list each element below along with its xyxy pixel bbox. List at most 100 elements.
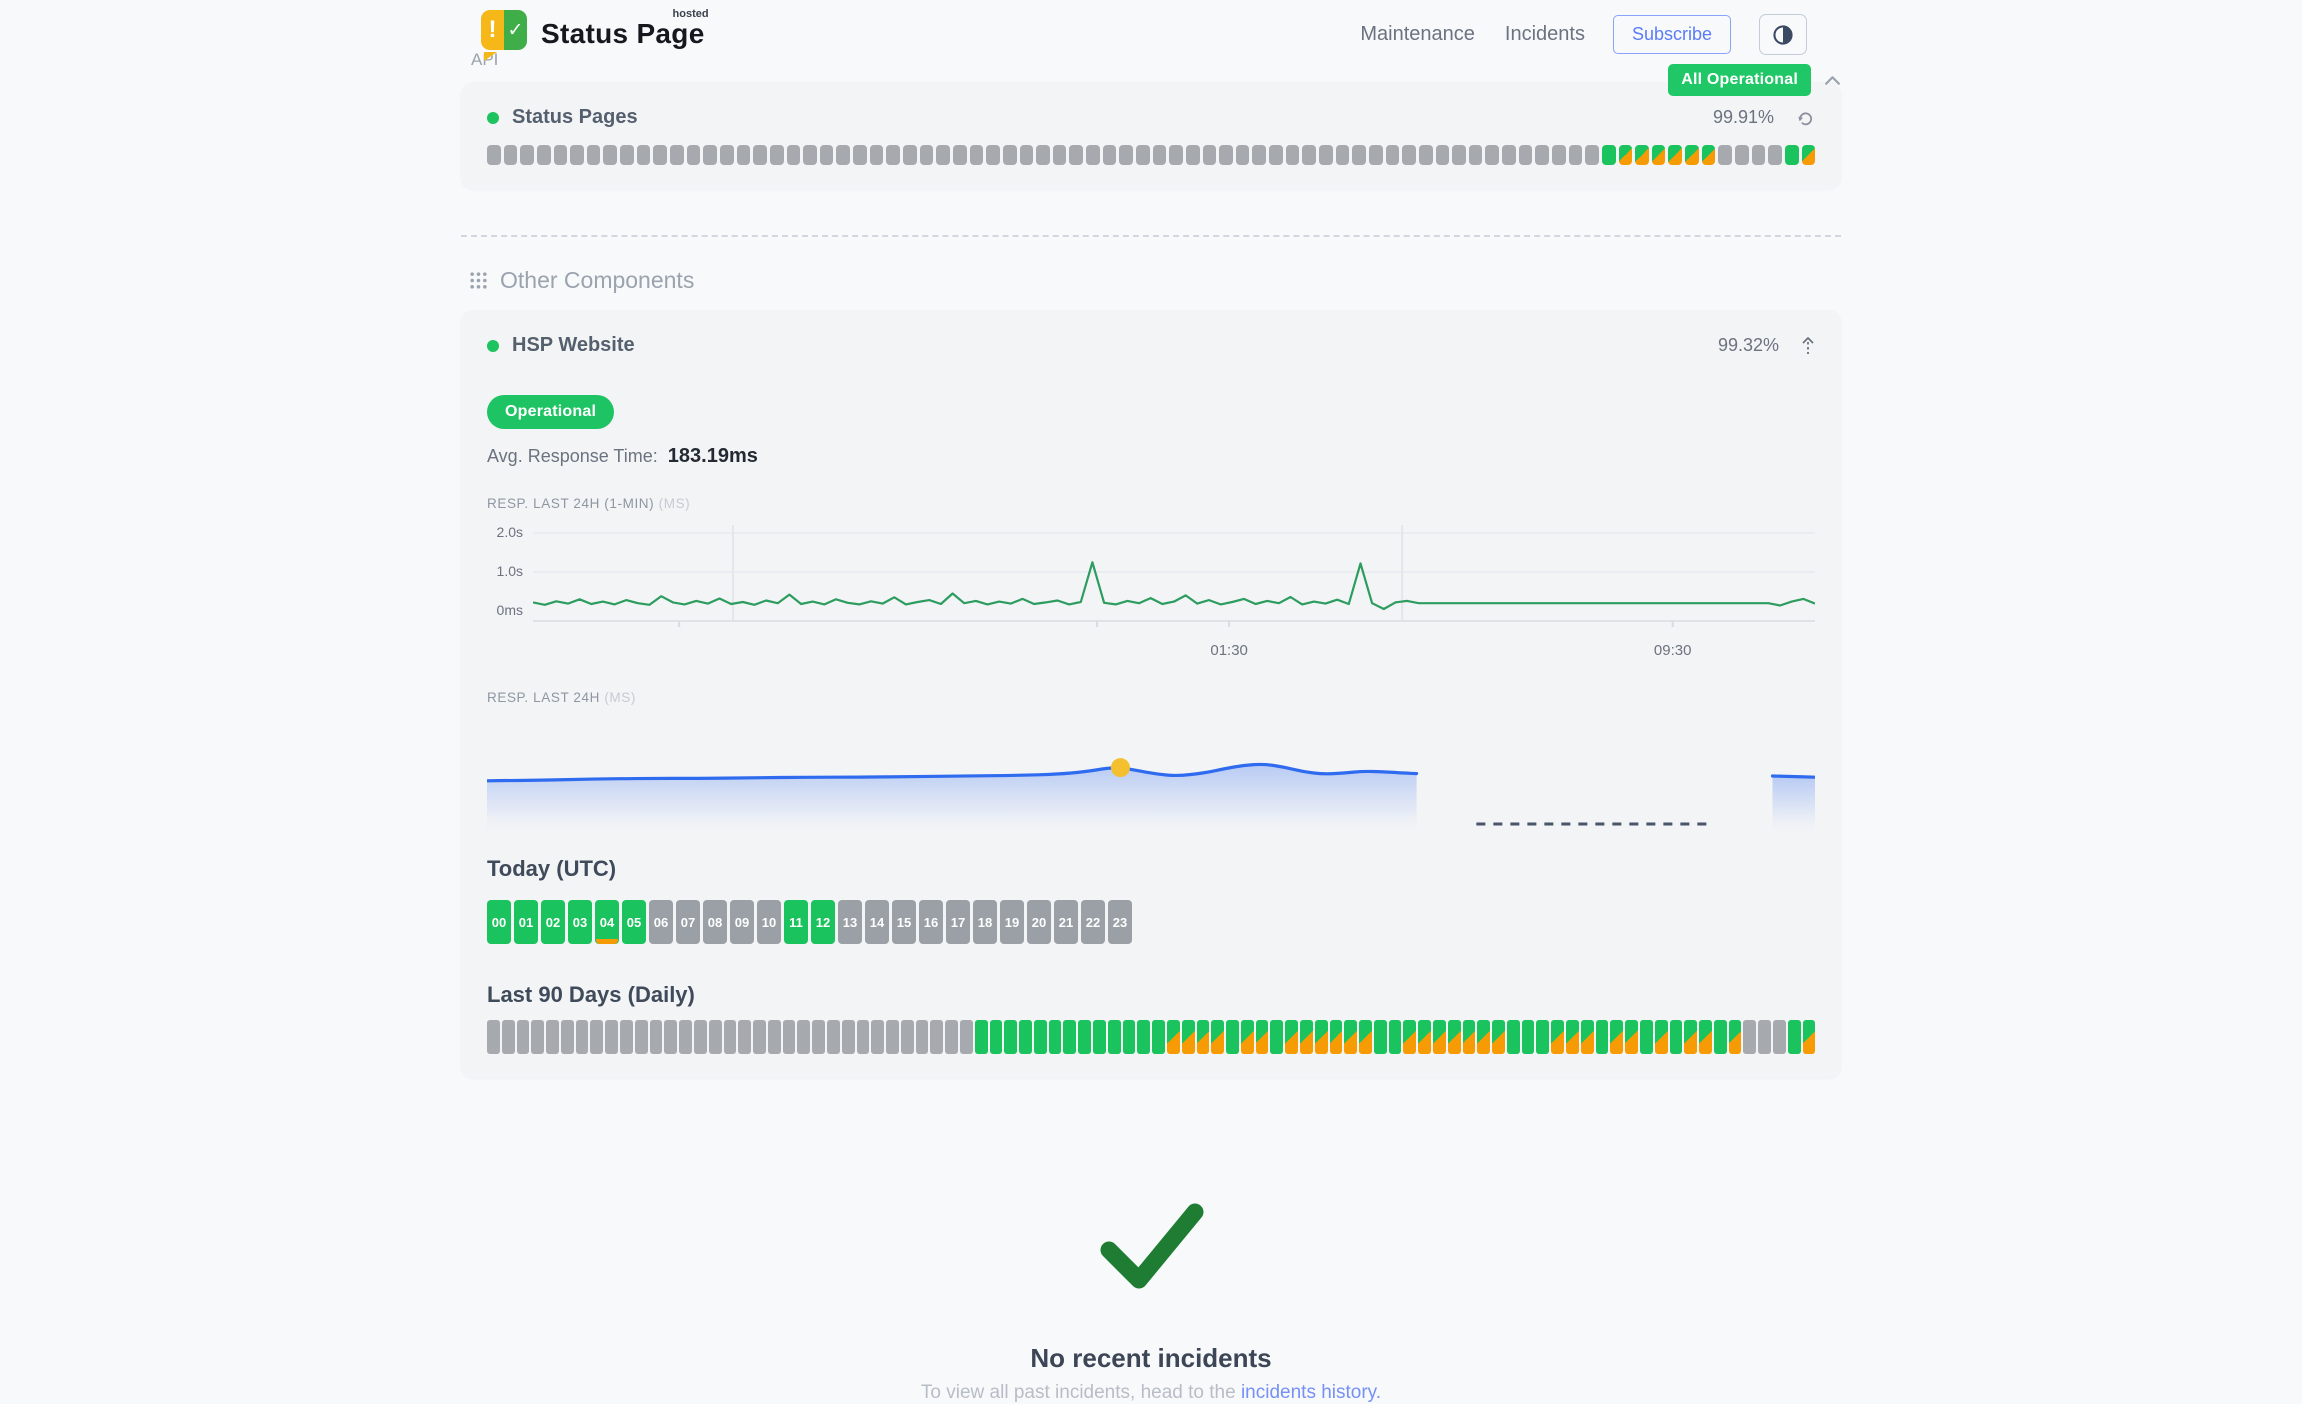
hour-block-22[interactable]: 22 (1081, 900, 1105, 944)
day-block[interactable] (1330, 1020, 1343, 1054)
day-block[interactable] (1389, 1020, 1402, 1054)
day-block[interactable] (650, 1020, 663, 1054)
uptime-bar[interactable] (1236, 145, 1250, 165)
uptime-bar[interactable] (1685, 145, 1699, 165)
uptime-bar[interactable] (1519, 145, 1533, 165)
day-block[interactable] (1226, 1020, 1239, 1054)
day-block[interactable] (1566, 1020, 1579, 1054)
hour-block-12[interactable]: 12 (811, 900, 835, 944)
uptime-bar[interactable] (1003, 145, 1017, 165)
day-block[interactable] (1640, 1020, 1653, 1054)
day-block[interactable] (1729, 1020, 1742, 1054)
hour-block-01[interactable]: 01 (514, 900, 538, 944)
uptime-bar[interactable] (1535, 145, 1549, 165)
uptime-bar[interactable] (1153, 145, 1167, 165)
day-block[interactable] (753, 1020, 766, 1054)
day-block[interactable] (1581, 1020, 1594, 1054)
day-block[interactable] (901, 1020, 914, 1054)
day-block[interactable] (1743, 1020, 1756, 1054)
uptime-bar[interactable] (570, 145, 584, 165)
uptime-bar[interactable] (554, 145, 568, 165)
hour-block-11[interactable]: 11 (784, 900, 808, 944)
hour-block-20[interactable]: 20 (1027, 900, 1051, 944)
uptime-bar[interactable] (504, 145, 518, 165)
day-block[interactable] (1433, 1020, 1446, 1054)
uptime-bar[interactable] (1119, 145, 1133, 165)
day-block[interactable] (1418, 1020, 1431, 1054)
day-block[interactable] (827, 1020, 840, 1054)
day-block[interactable] (738, 1020, 751, 1054)
uptime-bar[interactable] (1402, 145, 1416, 165)
uptime-bar[interactable] (1269, 145, 1283, 165)
day-block[interactable] (531, 1020, 544, 1054)
uptime-bar[interactable] (1386, 145, 1400, 165)
day-block[interactable] (990, 1020, 1003, 1054)
day-block[interactable] (1211, 1020, 1224, 1054)
uptime-bar[interactable] (836, 145, 850, 165)
hour-block-09[interactable]: 09 (730, 900, 754, 944)
status-badge[interactable]: All Operational (1668, 64, 1811, 96)
day-block[interactable] (1315, 1020, 1328, 1054)
uptime-bar[interactable] (1702, 145, 1716, 165)
uptime-bar[interactable] (1336, 145, 1350, 165)
day-block[interactable] (1714, 1020, 1727, 1054)
day-block[interactable] (1655, 1020, 1668, 1054)
uptime-bar[interactable] (1569, 145, 1583, 165)
uptime-bar[interactable] (953, 145, 967, 165)
hour-block-19[interactable]: 19 (1000, 900, 1024, 944)
response-chart-24h[interactable] (487, 713, 1815, 838)
uptime-bar[interactable] (1352, 145, 1366, 165)
component-name[interactable]: Status Pages (512, 106, 638, 129)
day-block[interactable] (1344, 1020, 1357, 1054)
day-block[interactable] (502, 1020, 515, 1054)
day-block[interactable] (1019, 1020, 1032, 1054)
uptime-bar[interactable] (1069, 145, 1083, 165)
uptime-bar[interactable] (870, 145, 884, 165)
day-block[interactable] (1758, 1020, 1771, 1054)
day-block[interactable] (1063, 1020, 1076, 1054)
incidents-history-link[interactable]: incidents history. (1241, 1382, 1381, 1403)
uptime-bar[interactable] (1802, 145, 1816, 165)
uptime-bar[interactable] (1585, 145, 1599, 165)
day-block[interactable] (517, 1020, 530, 1054)
day-block[interactable] (783, 1020, 796, 1054)
day-block[interactable] (797, 1020, 810, 1054)
day-block[interactable] (1551, 1020, 1564, 1054)
day-block[interactable] (1182, 1020, 1195, 1054)
uptime-bar[interactable] (920, 145, 934, 165)
uptime-bar[interactable] (653, 145, 667, 165)
uptime-bar[interactable] (970, 145, 984, 165)
nav-item-maintenance[interactable]: Maintenance (1360, 23, 1475, 46)
day-block[interactable] (857, 1020, 870, 1054)
uptime-bar[interactable] (1319, 145, 1333, 165)
hour-block-03[interactable]: 03 (568, 900, 592, 944)
uptime-bar[interactable] (1469, 145, 1483, 165)
day-block[interactable] (694, 1020, 707, 1054)
uptime-bar[interactable] (1502, 145, 1516, 165)
uptime-bar[interactable] (1668, 145, 1682, 165)
uptime-bar[interactable] (1186, 145, 1200, 165)
day-block[interactable] (1803, 1020, 1816, 1054)
uptime-bar[interactable] (1203, 145, 1217, 165)
day-block[interactable] (1625, 1020, 1638, 1054)
uptime-bar[interactable] (537, 145, 551, 165)
day-block[interactable] (1123, 1020, 1136, 1054)
day-block[interactable] (1167, 1020, 1180, 1054)
uptime-bar[interactable] (1602, 145, 1616, 165)
uptime-bar[interactable] (770, 145, 784, 165)
hour-block-21[interactable]: 21 (1054, 900, 1078, 944)
hour-block-16[interactable]: 16 (919, 900, 943, 944)
uptime-bar[interactable] (1219, 145, 1233, 165)
uptime-bar[interactable] (687, 145, 701, 165)
refresh-icon[interactable] (1796, 108, 1815, 127)
uptime-bar[interactable] (1436, 145, 1450, 165)
uptime-bar[interactable] (1785, 145, 1799, 165)
day-block[interactable] (590, 1020, 603, 1054)
day-block[interactable] (930, 1020, 943, 1054)
hour-block-10[interactable]: 10 (757, 900, 781, 944)
uptime-bar[interactable] (1619, 145, 1633, 165)
uptime-bar[interactable] (1419, 145, 1433, 165)
hour-block-07[interactable]: 07 (676, 900, 700, 944)
day-block[interactable] (960, 1020, 973, 1054)
highlight-point[interactable] (1111, 758, 1130, 777)
